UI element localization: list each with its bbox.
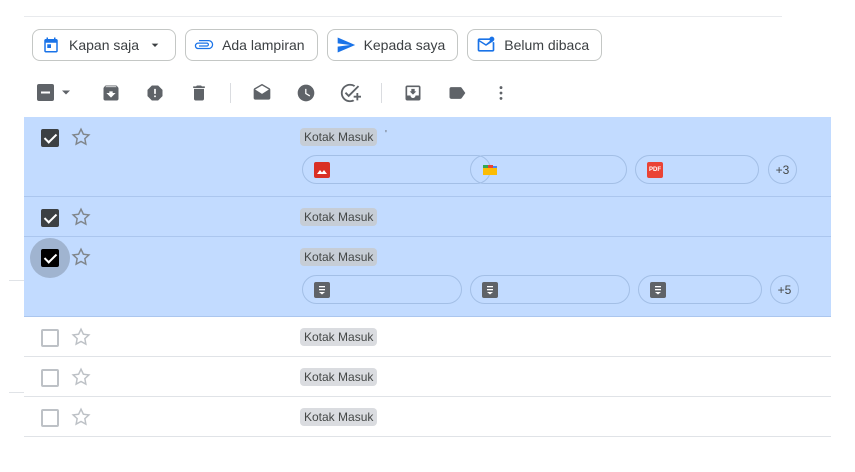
drive-folder-icon: [482, 162, 498, 178]
filter-chips: Kapan saja Ada lampiran Kepada saya Belu…: [32, 29, 603, 61]
star-icon[interactable]: [70, 246, 92, 268]
edge-divider: [9, 280, 24, 281]
table-row[interactable]: Kotak Masuk: [24, 357, 831, 397]
anytime-label: Kapan saja: [69, 37, 140, 53]
send-icon: [336, 35, 356, 55]
inbox-page: Kapan saja Ada lampiran Kepada saya Belu…: [0, 0, 855, 472]
table-row[interactable]: Kotak Masuk: [24, 317, 831, 357]
anytime-filter-chip[interactable]: Kapan saja: [32, 29, 177, 61]
mark-read-icon: [253, 83, 271, 100]
label-icon: [449, 87, 466, 99]
doc-icon: [314, 282, 330, 298]
star-icon[interactable]: [70, 326, 92, 348]
attachment-chip[interactable]: [302, 155, 491, 184]
action-toolbar: [36, 80, 532, 106]
add-task-icon: [340, 83, 361, 103]
inbox-label: Kotak Masuk: [300, 408, 378, 426]
report-spam-icon: [147, 85, 163, 101]
row-checkbox[interactable]: [41, 329, 59, 347]
inbox-label: Kotak Masuk: [300, 248, 378, 266]
report-spam-button[interactable]: [142, 80, 168, 106]
more-attachments-badge[interactable]: +5: [770, 275, 799, 304]
attachment-chip[interactable]: [470, 155, 627, 184]
to-me-label: Kepada saya: [363, 37, 446, 53]
attachment-chip[interactable]: [302, 275, 462, 304]
row-checkbox[interactable]: [41, 369, 59, 387]
row-checkbox[interactable]: [41, 409, 59, 427]
edge-divider: [9, 392, 24, 393]
move-to-button[interactable]: [400, 80, 426, 106]
star-icon[interactable]: [70, 126, 92, 148]
to-me-filter-chip[interactable]: Kepada saya: [326, 29, 459, 61]
more-vert-icon: [499, 86, 503, 100]
more-attachments-badge[interactable]: +3: [768, 155, 797, 184]
unread-filter-chip[interactable]: Belum dibaca: [467, 29, 603, 61]
paperclip-icon: [194, 35, 214, 55]
attachment-chip[interactable]: [470, 275, 630, 304]
toolbar-divider: [230, 83, 231, 103]
row-checkbox[interactable]: [41, 209, 59, 227]
trash-icon: [193, 85, 205, 101]
table-row[interactable]: Kotak Masuk +5: [24, 237, 831, 317]
more-options-button[interactable]: [488, 80, 514, 106]
subject-fragment: ': [385, 129, 387, 140]
snooze-button[interactable]: [293, 80, 319, 106]
move-to-inbox-icon: [405, 85, 421, 101]
label-button[interactable]: [444, 80, 470, 106]
archive-button[interactable]: [98, 80, 124, 106]
inbox-label: Kotak Masuk: [300, 208, 378, 226]
archive-icon: [103, 85, 119, 101]
chevron-down-icon: [147, 37, 163, 53]
toolbar-divider: [381, 83, 382, 103]
star-icon[interactable]: [70, 206, 92, 228]
unread-mail-icon: [476, 35, 496, 55]
clock-icon: [297, 84, 315, 102]
attachment-chip[interactable]: PDF: [635, 155, 759, 184]
inbox-label: Kotak Masuk: [300, 128, 378, 146]
table-row[interactable]: Kotak Masuk: [24, 197, 831, 237]
row-checkbox[interactable]: [41, 249, 59, 267]
add-to-tasks-button[interactable]: [337, 80, 363, 106]
row-checkbox[interactable]: [41, 129, 59, 147]
inbox-label: Kotak Masuk: [300, 328, 378, 346]
attachment-chip[interactable]: [638, 275, 762, 304]
table-row[interactable]: Kotak Masuk: [24, 397, 831, 437]
doc-icon: [482, 282, 498, 298]
top-divider: [24, 16, 782, 17]
calendar-icon: [41, 35, 61, 55]
has-attachment-filter-chip[interactable]: Ada lampiran: [185, 29, 318, 61]
select-all-dropdown[interactable]: [36, 80, 76, 106]
delete-button[interactable]: [186, 80, 212, 106]
has-attachment-label: Ada lampiran: [222, 37, 305, 53]
inbox-label: Kotak Masuk: [300, 368, 378, 386]
image-icon: [314, 162, 330, 178]
unread-label: Belum dibaca: [504, 37, 590, 53]
email-list: Kotak Masuk ' PDF +3 Kotak Masuk Kotak M…: [24, 117, 831, 437]
mark-as-read-button[interactable]: [249, 80, 275, 106]
pdf-icon: PDF: [647, 162, 663, 178]
table-row[interactable]: Kotak Masuk ' PDF +3: [24, 117, 831, 197]
doc-icon: [650, 282, 666, 298]
star-icon[interactable]: [70, 406, 92, 428]
select-partial-icon: [37, 84, 70, 101]
star-icon[interactable]: [70, 366, 92, 388]
